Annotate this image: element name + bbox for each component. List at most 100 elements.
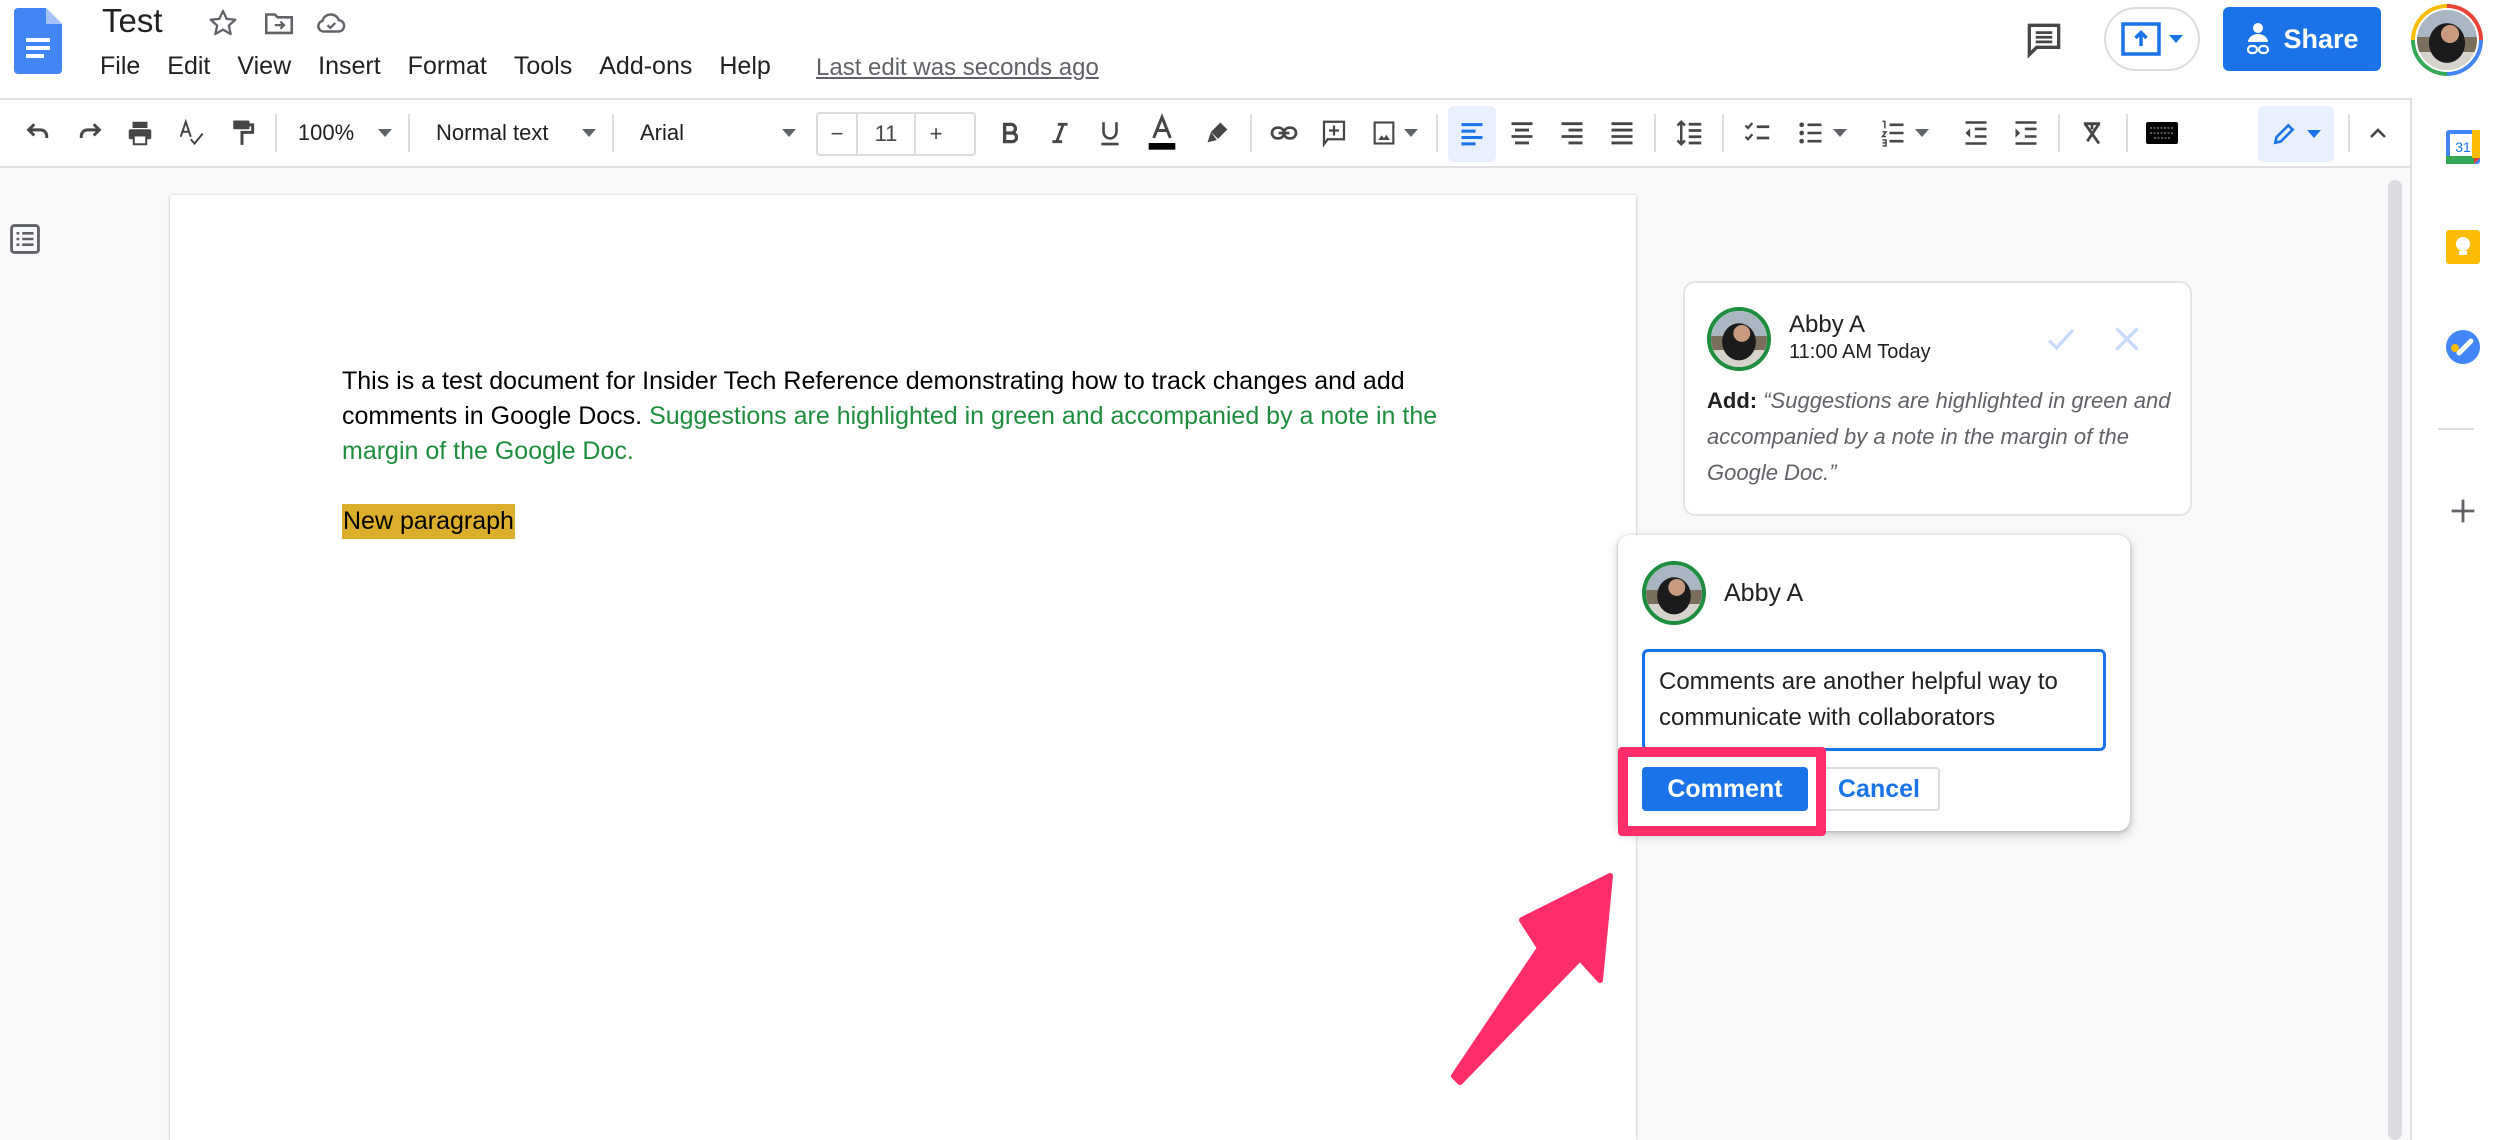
toolbar-divider: [275, 114, 277, 152]
input-tools-button[interactable]: [2140, 100, 2184, 166]
hide-menus-button[interactable]: [2358, 100, 2398, 166]
formatting-toolbar: 100% Normal text Arial − 11 +: [0, 98, 2410, 168]
share-button[interactable]: Share: [2223, 7, 2381, 71]
undo-button[interactable]: [18, 100, 58, 166]
italic-button[interactable]: [1040, 100, 1080, 166]
keep-icon[interactable]: [2446, 230, 2480, 264]
suggestion-timestamp: 11:00 AM Today: [1789, 341, 1931, 363]
keyboard-icon: [2146, 122, 2178, 144]
underline-button[interactable]: [1090, 100, 1130, 166]
chevron-up-icon: [2370, 128, 2386, 138]
menu-edit[interactable]: Edit: [167, 52, 223, 81]
align-right-button[interactable]: [1550, 100, 1594, 166]
paragraph-style-select[interactable]: Normal text: [424, 100, 600, 166]
highlighted-text[interactable]: New paragraph: [342, 504, 515, 539]
menu-bar: File Edit View Insert Format Tools Add-o…: [100, 52, 798, 81]
annotation-arrow-icon: [1440, 840, 1640, 1090]
paragraph[interactable]: New paragraph: [342, 469, 1482, 539]
document-page[interactable]: [170, 195, 1636, 1140]
align-center-button[interactable]: [1500, 100, 1544, 166]
bulleted-list-button[interactable]: [1790, 100, 1854, 166]
editing-mode-select[interactable]: [2258, 106, 2334, 162]
print-button[interactable]: [120, 100, 160, 166]
spellcheck-button[interactable]: [172, 100, 212, 166]
zoom-select[interactable]: 100%: [290, 100, 400, 166]
avatar: [1707, 307, 1771, 371]
suggestion-card[interactable]: Abby A 11:00 AM Today Add: “Suggestions …: [1683, 281, 2192, 516]
menu-tools[interactable]: Tools: [514, 52, 585, 81]
redo-icon: [79, 123, 102, 138]
menu-insert[interactable]: Insert: [318, 52, 394, 81]
scrollbar-thumb[interactable]: [2388, 180, 2402, 1140]
document-title[interactable]: Test: [102, 2, 163, 40]
insert-link-button[interactable]: [1264, 100, 1304, 166]
toolbar-divider: [2058, 114, 2060, 152]
chevron-down-icon: [2307, 130, 2321, 138]
underline-icon: [1101, 122, 1119, 146]
comment-input[interactable]: Comments are another helpful way to comm…: [1642, 649, 2106, 751]
decrease-font-size-button[interactable]: −: [818, 114, 858, 154]
redo-button[interactable]: [70, 100, 110, 166]
move-to-folder-icon[interactable]: [262, 6, 296, 40]
document-outline-icon[interactable]: [8, 222, 42, 256]
line-spacing-icon: [1676, 119, 1702, 147]
menu-file[interactable]: File: [100, 52, 153, 81]
last-edit-link[interactable]: Last edit was seconds ago: [816, 54, 1099, 82]
toolbar-divider: [1654, 114, 1656, 152]
highlight-color-button[interactable]: [1198, 100, 1238, 166]
paragraph-style-value: Normal text: [436, 120, 549, 145]
menu-help[interactable]: Help: [719, 52, 783, 81]
menu-add-ons[interactable]: Add-ons: [599, 52, 705, 81]
bold-icon: [1002, 122, 1019, 144]
account-avatar[interactable]: [2411, 4, 2483, 76]
comment-author: Abby A: [1724, 579, 1804, 607]
decrease-indent-button[interactable]: [1954, 100, 1998, 166]
increase-indent-icon: [2015, 121, 2037, 145]
annotation-highlight-box: [1618, 747, 1826, 836]
font-size-input[interactable]: 11: [858, 114, 916, 154]
text-color-icon: [1148, 113, 1176, 150]
chevron-down-icon: [582, 129, 596, 137]
paint-format-button[interactable]: [222, 100, 262, 166]
increase-font-size-button[interactable]: +: [916, 114, 956, 154]
clear-formatting-button[interactable]: [2070, 100, 2114, 166]
align-right-icon: [1561, 122, 1583, 145]
numbered-list-icon: [1880, 120, 1904, 147]
menu-format[interactable]: Format: [408, 52, 500, 81]
cloud-saved-icon[interactable]: [314, 6, 348, 40]
calendar-icon[interactable]: 31: [2446, 130, 2480, 164]
menu-view[interactable]: View: [237, 52, 304, 81]
star-icon[interactable]: [206, 6, 240, 40]
checklist-button[interactable]: [1736, 100, 1780, 166]
add-comment-icon: [1322, 120, 1346, 148]
chevron-down-icon: [1915, 129, 1929, 137]
suggestion-body: Add: “Suggestions are highlighted in gre…: [1707, 383, 2177, 491]
add-comment-button[interactable]: [1314, 100, 1354, 166]
present-icon: [2121, 22, 2161, 56]
comment-history-icon[interactable]: [2022, 18, 2066, 62]
undo-icon: [26, 123, 49, 138]
reject-suggestion-icon[interactable]: [2109, 321, 2145, 357]
toolbar-divider: [612, 114, 614, 152]
present-button[interactable]: [2104, 7, 2200, 71]
numbered-list-button[interactable]: [1872, 100, 1936, 166]
text-color-button[interactable]: [1140, 100, 1184, 166]
increase-indent-button[interactable]: [2004, 100, 2048, 166]
align-left-button[interactable]: [1448, 106, 1496, 162]
cancel-button[interactable]: Cancel: [1818, 767, 1940, 811]
tasks-icon[interactable]: [2446, 330, 2480, 364]
spellcheck-icon: [179, 118, 204, 146]
justify-button[interactable]: [1600, 100, 1644, 166]
accept-suggestion-icon[interactable]: [2043, 321, 2079, 357]
bold-button[interactable]: [990, 100, 1030, 166]
docs-logo-icon[interactable]: [14, 8, 62, 74]
side-panel: 31: [2410, 98, 2500, 1140]
font-select[interactable]: Arial: [628, 100, 800, 166]
insert-image-button[interactable]: [1364, 100, 1424, 166]
document-body[interactable]: This is a test document for Insider Tech…: [342, 364, 1482, 539]
paragraph[interactable]: This is a test document for Insider Tech…: [342, 364, 1482, 469]
header: Test File Edit View Insert Format Tools …: [0, 0, 2500, 98]
get-add-ons-icon[interactable]: [2446, 494, 2480, 528]
line-spacing-button[interactable]: [1668, 100, 1712, 166]
toolbar-divider: [1436, 114, 1438, 152]
